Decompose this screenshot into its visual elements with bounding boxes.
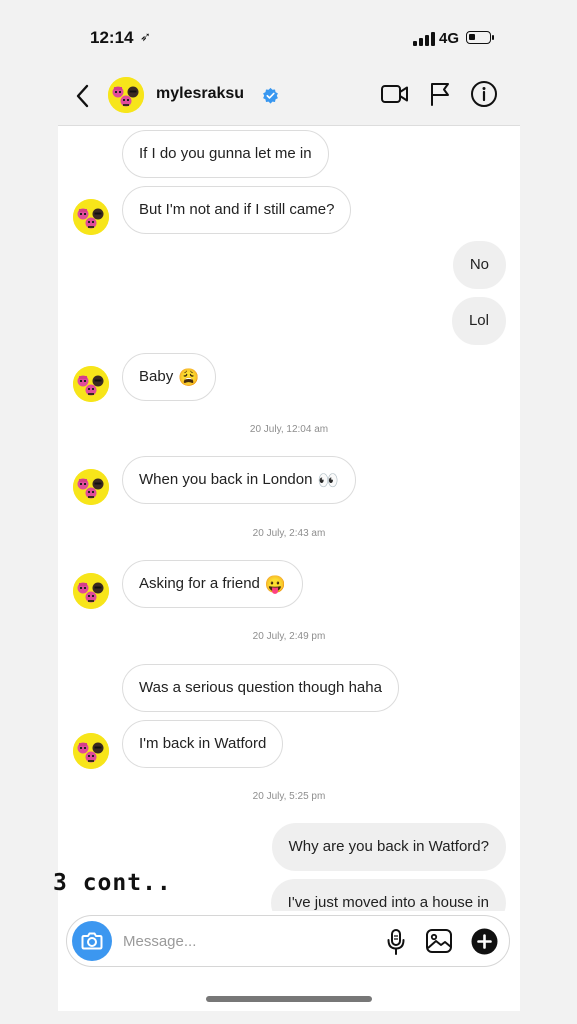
verified-badge-icon bbox=[263, 87, 278, 104]
message-text: But I'm not and if I still came? bbox=[139, 201, 335, 218]
message-text: I'm back in Watford bbox=[139, 735, 267, 752]
message-bubble[interactable]: I've just moved into a house in bbox=[270, 879, 506, 911]
avatar[interactable] bbox=[108, 77, 144, 113]
message-bubble[interactable]: Asking for a friend 😛 bbox=[122, 560, 304, 608]
weary-face-emoji: 😩 bbox=[178, 368, 200, 387]
message-text: When you back in London bbox=[139, 471, 313, 488]
sender-avatar[interactable] bbox=[73, 199, 109, 235]
conversation-header: mylesraksu bbox=[58, 70, 520, 126]
message-timestamp: 20 July, 2:43 am bbox=[252, 528, 326, 539]
message-text: Why are you back in Watford? bbox=[288, 838, 489, 855]
username[interactable]: mylesraksu bbox=[156, 85, 244, 103]
battery-tip bbox=[492, 35, 494, 40]
message-bubble[interactable]: But I'm not and if I still came? bbox=[122, 186, 352, 234]
plus-icon[interactable] bbox=[471, 928, 498, 955]
message-bubble[interactable]: Lol bbox=[451, 297, 506, 345]
camera-button[interactable] bbox=[72, 921, 112, 961]
message-bubble[interactable]: Was a serious question though haha bbox=[122, 664, 399, 712]
microphone-icon[interactable] bbox=[385, 928, 407, 956]
message-timestamp: 20 July, 12:04 am bbox=[249, 424, 329, 435]
message-timestamp: 20 July, 5:25 pm bbox=[252, 791, 326, 802]
sender-avatar[interactable] bbox=[73, 366, 109, 402]
message-text: Was a serious question though haha bbox=[139, 679, 382, 696]
eyes-emoji: 👀 bbox=[317, 471, 339, 490]
camera-icon bbox=[81, 932, 103, 950]
message-text: No bbox=[469, 256, 489, 273]
message-bubble[interactable]: Baby 😩 bbox=[122, 353, 217, 401]
video-camera-icon[interactable] bbox=[380, 82, 410, 106]
sender-avatar[interactable] bbox=[73, 469, 109, 505]
location-arrow-icon: ➶ bbox=[140, 29, 151, 44]
sender-avatar[interactable] bbox=[73, 733, 109, 769]
status-time: 12:14 bbox=[90, 28, 134, 47]
message-bubble[interactable]: No bbox=[452, 241, 506, 289]
message-text: I've just moved into a house in bbox=[287, 894, 489, 911]
story-overlay-text: 3 cont.. bbox=[53, 870, 172, 896]
message-bubble[interactable]: Why are you back in Watford? bbox=[271, 823, 506, 871]
flag-icon[interactable] bbox=[428, 81, 452, 107]
network-type: 4G bbox=[439, 30, 460, 47]
status-bar: 12:14 ➶ 4G bbox=[0, 0, 577, 70]
message-bubble[interactable]: When you back in London 👀 bbox=[122, 456, 356, 504]
message-composer bbox=[66, 915, 510, 967]
message-text: If I do you gunna let me in bbox=[139, 145, 312, 162]
message-thread[interactable]: If I do you gunna let me in But I'm not … bbox=[58, 126, 520, 911]
home-indicator[interactable] bbox=[206, 996, 372, 1002]
chevron-left-icon[interactable] bbox=[72, 82, 94, 110]
message-bubble[interactable]: I'm back in Watford bbox=[122, 720, 284, 768]
message-input[interactable] bbox=[123, 930, 363, 952]
message-timestamp: 20 July, 2:49 pm bbox=[252, 631, 326, 642]
sender-avatar[interactable] bbox=[73, 573, 109, 609]
battery-icon bbox=[466, 31, 491, 44]
info-icon[interactable] bbox=[470, 80, 498, 108]
signal-strength-icon bbox=[413, 32, 435, 46]
tongue-face-emoji: 😛 bbox=[264, 575, 287, 594]
message-bubble[interactable]: If I do you gunna let me in bbox=[122, 130, 329, 178]
gallery-icon[interactable] bbox=[425, 928, 453, 954]
message-text: Asking for a friend bbox=[139, 575, 260, 592]
message-text: Baby bbox=[139, 368, 174, 385]
message-text: Lol bbox=[468, 312, 489, 329]
